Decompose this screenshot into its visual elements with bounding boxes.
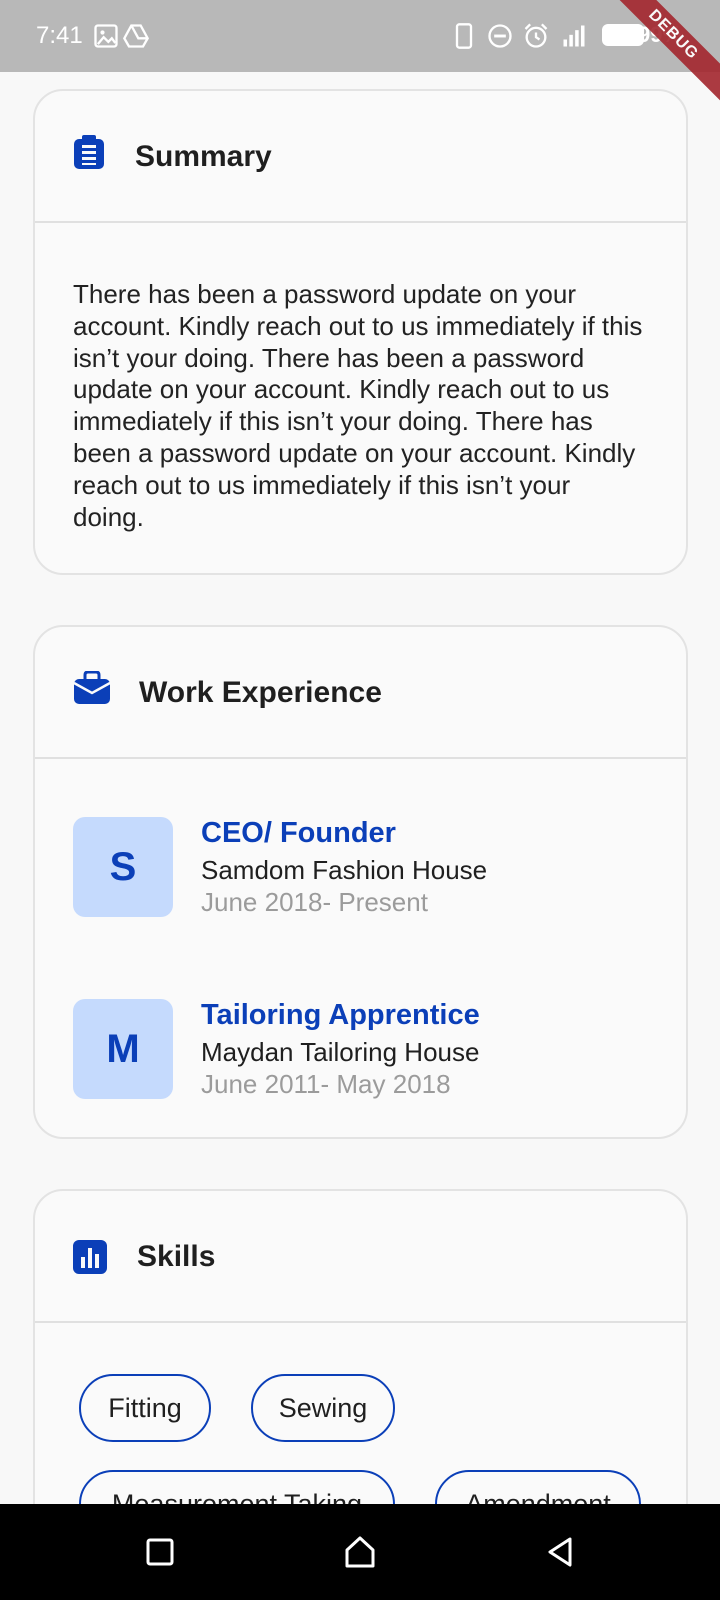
- experience-item: S CEO/ Founder Samdom Fashion House June…: [73, 817, 666, 917]
- recents-button[interactable]: [142, 1534, 178, 1570]
- company-avatar: S: [73, 817, 173, 917]
- phone-icon: [455, 23, 473, 49]
- company-avatar: M: [73, 999, 173, 1099]
- drive-icon: [122, 24, 150, 48]
- company-name: Maydan Tailoring House: [201, 1037, 480, 1067]
- home-button[interactable]: [342, 1534, 378, 1570]
- job-dates: June 2018- Present: [201, 887, 428, 917]
- skills-title: Skills: [137, 1240, 216, 1273]
- alarm-icon: [524, 23, 548, 48]
- image-icon: [94, 24, 118, 48]
- signal-icon: [563, 25, 585, 47]
- back-button[interactable]: [542, 1534, 578, 1570]
- summary-title: Summary: [135, 140, 272, 173]
- summary-header: Summary: [35, 91, 686, 223]
- briefcase-icon: [73, 671, 111, 704]
- work-experience-card: Work Experience S CEO/ Founder Samdom Fa…: [33, 625, 688, 1139]
- job-role: CEO/ Founder: [201, 817, 396, 849]
- bar-chart-icon: [73, 1240, 107, 1274]
- job-role: Tailoring Apprentice: [201, 999, 480, 1031]
- status-bar: 7:41 99% DEBUG: [0, 0, 720, 105]
- skills-header: Skills: [35, 1191, 686, 1323]
- navigation-bar: [0, 1504, 720, 1600]
- work-experience-header: Work Experience: [35, 627, 686, 759]
- job-dates: June 2011- May 2018: [201, 1069, 451, 1099]
- summary-card: Summary There has been a password update…: [33, 89, 688, 575]
- skill-chip[interactable]: Sewing: [251, 1374, 395, 1442]
- summary-text: There has been a password update on your…: [73, 279, 643, 532]
- experience-item: M Tailoring Apprentice Maydan Tailoring …: [73, 999, 666, 1099]
- work-experience-title: Work Experience: [139, 676, 382, 709]
- dnd-icon: [488, 24, 512, 48]
- company-name: Samdom Fashion House: [201, 855, 488, 885]
- clipboard-icon: [74, 135, 104, 169]
- skill-chip[interactable]: Fitting: [79, 1374, 211, 1442]
- status-time: 7:41: [36, 22, 83, 49]
